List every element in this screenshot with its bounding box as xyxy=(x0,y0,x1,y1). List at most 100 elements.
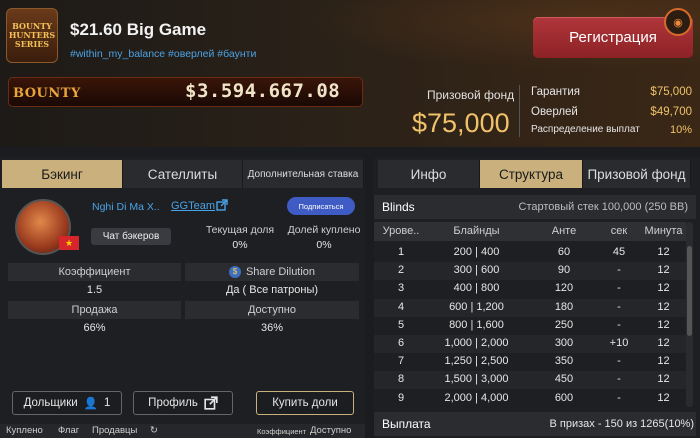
share-dilution-label: Share Dilution xyxy=(245,266,316,278)
cell-blinds: 1,000 | 2,000 xyxy=(444,337,509,349)
structure-row: 4 600 | 1,200 180-12 xyxy=(374,298,686,317)
vietnam-flag-icon: ★ xyxy=(59,236,79,250)
cell-ante: 250 xyxy=(554,318,574,331)
shareholders-count: 1 xyxy=(104,397,111,409)
tab-satellites[interactable]: Сателлиты xyxy=(123,160,243,188)
col-coefficient[interactable]: Коэффициент xyxy=(257,427,306,436)
structure-row: 9 2,000 | 4,000 600-12 xyxy=(374,390,686,408)
profile-button[interactable]: Профиль xyxy=(133,391,233,415)
cell-level: 9 xyxy=(397,391,405,404)
col-sellers[interactable]: Продавцы xyxy=(92,425,137,436)
cell-minutes: 12 xyxy=(657,246,670,258)
col-level: Урове.. xyxy=(382,225,420,237)
cell-blinds: 300 | 600 xyxy=(453,264,500,277)
person-icon: 👤 xyxy=(83,398,99,410)
cell-blinds: 400 | 800 xyxy=(453,282,500,295)
cell-ante: 350 xyxy=(554,355,574,368)
prize-fund-value: $75,000 xyxy=(412,108,510,138)
logo-line-3: SERIES xyxy=(14,39,50,49)
team-link[interactable]: GGTeam xyxy=(171,200,215,212)
structure-row: 1 200 | 400 60 45 12 xyxy=(374,244,686,262)
cell-blinds: 600 | 1,200 xyxy=(449,300,504,313)
structure-row: 3 400 | 800 120-12 xyxy=(374,280,686,298)
cell-ante: 450 xyxy=(554,373,574,386)
tab-side-bet[interactable]: Дополнительная ставка xyxy=(243,160,364,188)
bounty-amount: $3.594.667.08 xyxy=(185,80,341,102)
col-flag[interactable]: Флаг xyxy=(58,425,79,436)
cell-minutes: 12 xyxy=(657,264,670,277)
overlay-value: $49,700 xyxy=(650,106,692,118)
cell-minutes: 12 xyxy=(657,282,670,295)
cell-level: 7 xyxy=(397,355,405,368)
bounty-hunters-logo: BOUNTY HUNTERS SERIES xyxy=(6,8,58,63)
shares-table-header: Куплено Флаг Продавцы ↻ Коэффициент Дост… xyxy=(0,424,365,438)
bounty-label: BOUNTY xyxy=(13,86,81,101)
structure-row: 5 800 | 1,600 250-12 xyxy=(374,317,686,335)
left-tabs: Бэкинг Сателлиты Дополнительная ставка xyxy=(2,160,364,188)
overlay-label: Оверлей xyxy=(531,106,578,118)
subscribe-button[interactable]: Подписаться xyxy=(287,197,355,215)
cell-minutes: 12 xyxy=(657,337,670,349)
structure-row: 2 300 | 600 90-12 xyxy=(374,262,686,281)
sale-header: Продажа xyxy=(8,301,181,319)
cell-blinds: 200 | 400 xyxy=(453,246,500,258)
cell-ante: 300 xyxy=(554,337,574,349)
current-share-label: Текущая доля xyxy=(205,224,275,236)
col-minutes: Минута xyxy=(644,225,683,237)
shareholders-button[interactable]: Дольщики 👤 1 xyxy=(12,391,122,415)
starting-stack: Стартовый стек 100,000 (250 BB) xyxy=(518,201,688,213)
cell-minutes: 12 xyxy=(657,318,670,331)
col-blinds: Блайнды xyxy=(453,225,500,237)
coefficient-header: Коэффициент xyxy=(8,263,181,281)
cell-blinds: 1,500 | 3,000 xyxy=(444,373,509,386)
payout-value: В призах - 150 из 1265(10%) xyxy=(549,418,694,430)
cell-level: 8 xyxy=(397,373,405,386)
cell-minutes: 12 xyxy=(657,300,670,313)
structure-row: 7 1,250 | 2,500 350-12 xyxy=(374,353,686,371)
cell-ante: 90 xyxy=(557,264,571,277)
external-link-icon[interactable] xyxy=(216,199,228,211)
cell-level: 1 xyxy=(397,246,405,258)
tournament-title: $21.60 Big Game xyxy=(70,20,207,39)
guarantee-value: $75,000 xyxy=(650,86,692,98)
payout-row: Выплата В призах - 150 из 1265(10%) xyxy=(374,412,696,436)
available-value: 36% xyxy=(260,322,284,334)
structure-row: 6 1,000 | 2,000 300 +10 12 xyxy=(374,335,686,353)
cell-ante: 180 xyxy=(554,300,574,313)
blinds-header: Blinds Стартовый стек 100,000 (250 BB) xyxy=(374,195,696,219)
payout-label: Выплата xyxy=(382,417,431,431)
share-dilution-value: Да ( Все патроны) xyxy=(225,284,319,296)
col-bought[interactable]: Куплено xyxy=(6,425,43,436)
tab-structure[interactable]: Структура xyxy=(480,160,583,188)
available-header: Доступно xyxy=(185,301,359,319)
cell-minutes: 12 xyxy=(657,355,670,368)
buy-shares-button[interactable]: Купить доли xyxy=(256,391,354,415)
bought-share-value: 0% xyxy=(316,239,332,251)
cell-level: 4 xyxy=(397,300,405,313)
tournament-tags[interactable]: #within_my_balance #оверлей #баунти xyxy=(70,48,256,60)
cell-blinds: 800 | 1,600 xyxy=(449,318,504,331)
tab-backing[interactable]: Бэкинг xyxy=(2,160,123,188)
cell-ante: 600 xyxy=(554,391,574,404)
dilution-info-icon: $ xyxy=(228,266,241,278)
tab-info[interactable]: Инфо xyxy=(378,160,480,188)
payout-distribution-value: 10% xyxy=(669,124,692,136)
refresh-icon[interactable]: ↻ xyxy=(150,425,158,436)
structure-scroll-thumb[interactable] xyxy=(687,246,692,336)
guarantee-label: Гарантия xyxy=(531,86,581,98)
backers-chat-button[interactable]: Чат бэкеров xyxy=(91,228,171,245)
cell-level: 3 xyxy=(397,282,405,295)
cell-blinds: 2,000 | 4,000 xyxy=(444,391,509,404)
share-dilution-header: $ Share Dilution xyxy=(185,263,359,281)
structure-table-header: Урове.. Блайнды Анте сек Минута xyxy=(374,222,686,241)
backer-name[interactable]: Nghi Di Ma X.. xyxy=(92,201,160,213)
cell-minutes: 12 xyxy=(657,391,670,404)
tab-prize-pool[interactable]: Призовой фонд xyxy=(583,160,691,188)
bought-share-label: Долей куплено xyxy=(287,224,361,236)
current-share-value: 0% xyxy=(232,239,248,251)
cell-level: 6 xyxy=(397,337,405,349)
blinds-label: Blinds xyxy=(382,200,415,214)
col-available[interactable]: Доступно xyxy=(310,425,351,436)
prize-fund-label: Призовой фонд xyxy=(427,88,515,102)
structure-row: 8 1,500 | 3,000 450-12 xyxy=(374,371,686,390)
